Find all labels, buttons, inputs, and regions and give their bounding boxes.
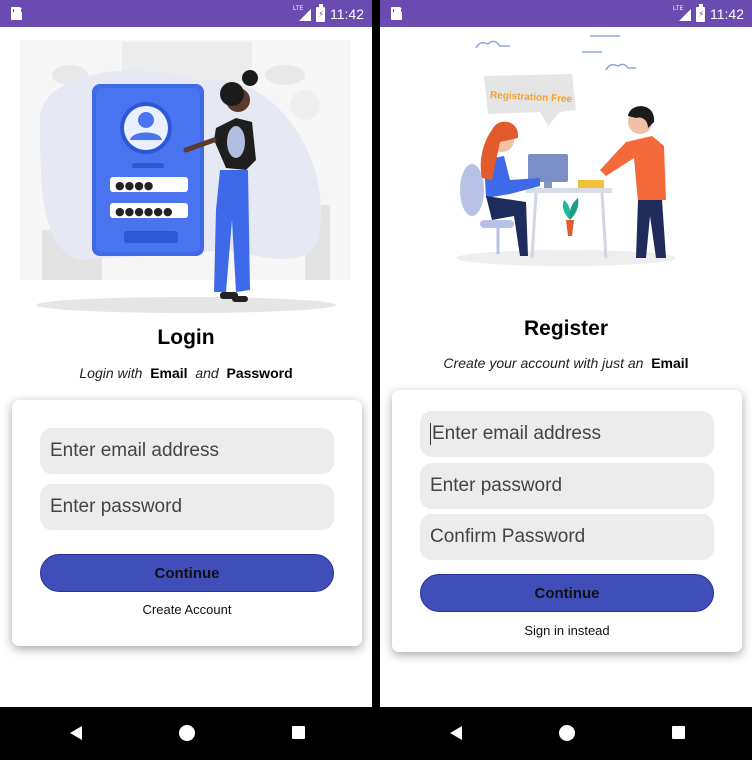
page-title: Login [157, 326, 215, 349]
email-placeholder: Enter email address [50, 440, 219, 461]
password-field[interactable]: Enter password [420, 463, 714, 509]
nav-bar [0, 707, 372, 760]
page-subtitle: Create your account with just an Email [380, 355, 752, 371]
battery-icon: ⚡ [316, 3, 325, 22]
sign-in-link[interactable]: Sign in instead [392, 623, 742, 638]
register-card: Enter email address Enter password Confi… [392, 390, 742, 652]
subtitle-password: Password [226, 365, 293, 381]
lte-signal-icon: LTE [293, 6, 311, 21]
register-screen: LTE ⚡ 11:42 Registration Free Register C… [380, 0, 752, 760]
email-field[interactable]: Enter email address [420, 411, 714, 457]
email-placeholder: Enter email address [432, 423, 601, 444]
email-field[interactable]: Enter email address [40, 428, 334, 474]
status-time: 11:42 [710, 6, 744, 22]
status-bar: LTE ⚡ 11:42 [0, 0, 372, 27]
battery-icon: ⚡ [696, 3, 705, 22]
page-subtitle: Login with Email and Password [0, 365, 372, 381]
recents-icon[interactable] [672, 726, 685, 739]
subtitle-prefix: Create your account with just an [443, 355, 644, 371]
password-field[interactable]: Enter password [40, 484, 334, 530]
home-icon[interactable] [179, 725, 195, 741]
home-icon[interactable] [559, 725, 575, 741]
status-bar: LTE ⚡ 11:42 [380, 0, 752, 27]
password-placeholder: Enter password [430, 475, 563, 496]
back-icon[interactable] [70, 726, 82, 740]
register-illustration: Registration Free [456, 35, 676, 266]
text-cursor [430, 423, 431, 445]
subtitle-email: Email [651, 355, 689, 371]
back-icon[interactable] [450, 726, 462, 740]
nav-bar [380, 707, 752, 760]
svg-text:●●●●●●: ●●●●●● [115, 205, 173, 218]
sd-card-icon [11, 7, 22, 20]
password-placeholder: Enter password [50, 496, 183, 517]
create-account-link[interactable]: Create Account [12, 602, 362, 617]
subtitle-email: Email [150, 365, 188, 381]
continue-button[interactable]: Continue [40, 554, 334, 592]
subtitle-and: and [195, 365, 219, 381]
login-illustration: ●●●● ●●●●●● [20, 40, 350, 313]
svg-text:●●●●: ●●●● [115, 179, 153, 192]
login-screen: LTE ⚡ 11:42 ●●●● ●●●●●● Login Login with… [0, 0, 372, 760]
lte-signal-icon: LTE [673, 6, 691, 21]
confirm-password-placeholder: Confirm Password [430, 526, 586, 547]
confirm-password-field[interactable]: Confirm Password [420, 514, 714, 560]
sd-card-icon [391, 7, 402, 20]
subtitle-prefix: Login with [79, 365, 143, 381]
page-title: Register [523, 317, 609, 340]
recents-icon[interactable] [292, 726, 305, 739]
status-time: 11:42 [330, 6, 364, 22]
continue-button[interactable]: Continue [420, 574, 714, 612]
login-card: Enter email address Enter password Conti… [12, 400, 362, 646]
